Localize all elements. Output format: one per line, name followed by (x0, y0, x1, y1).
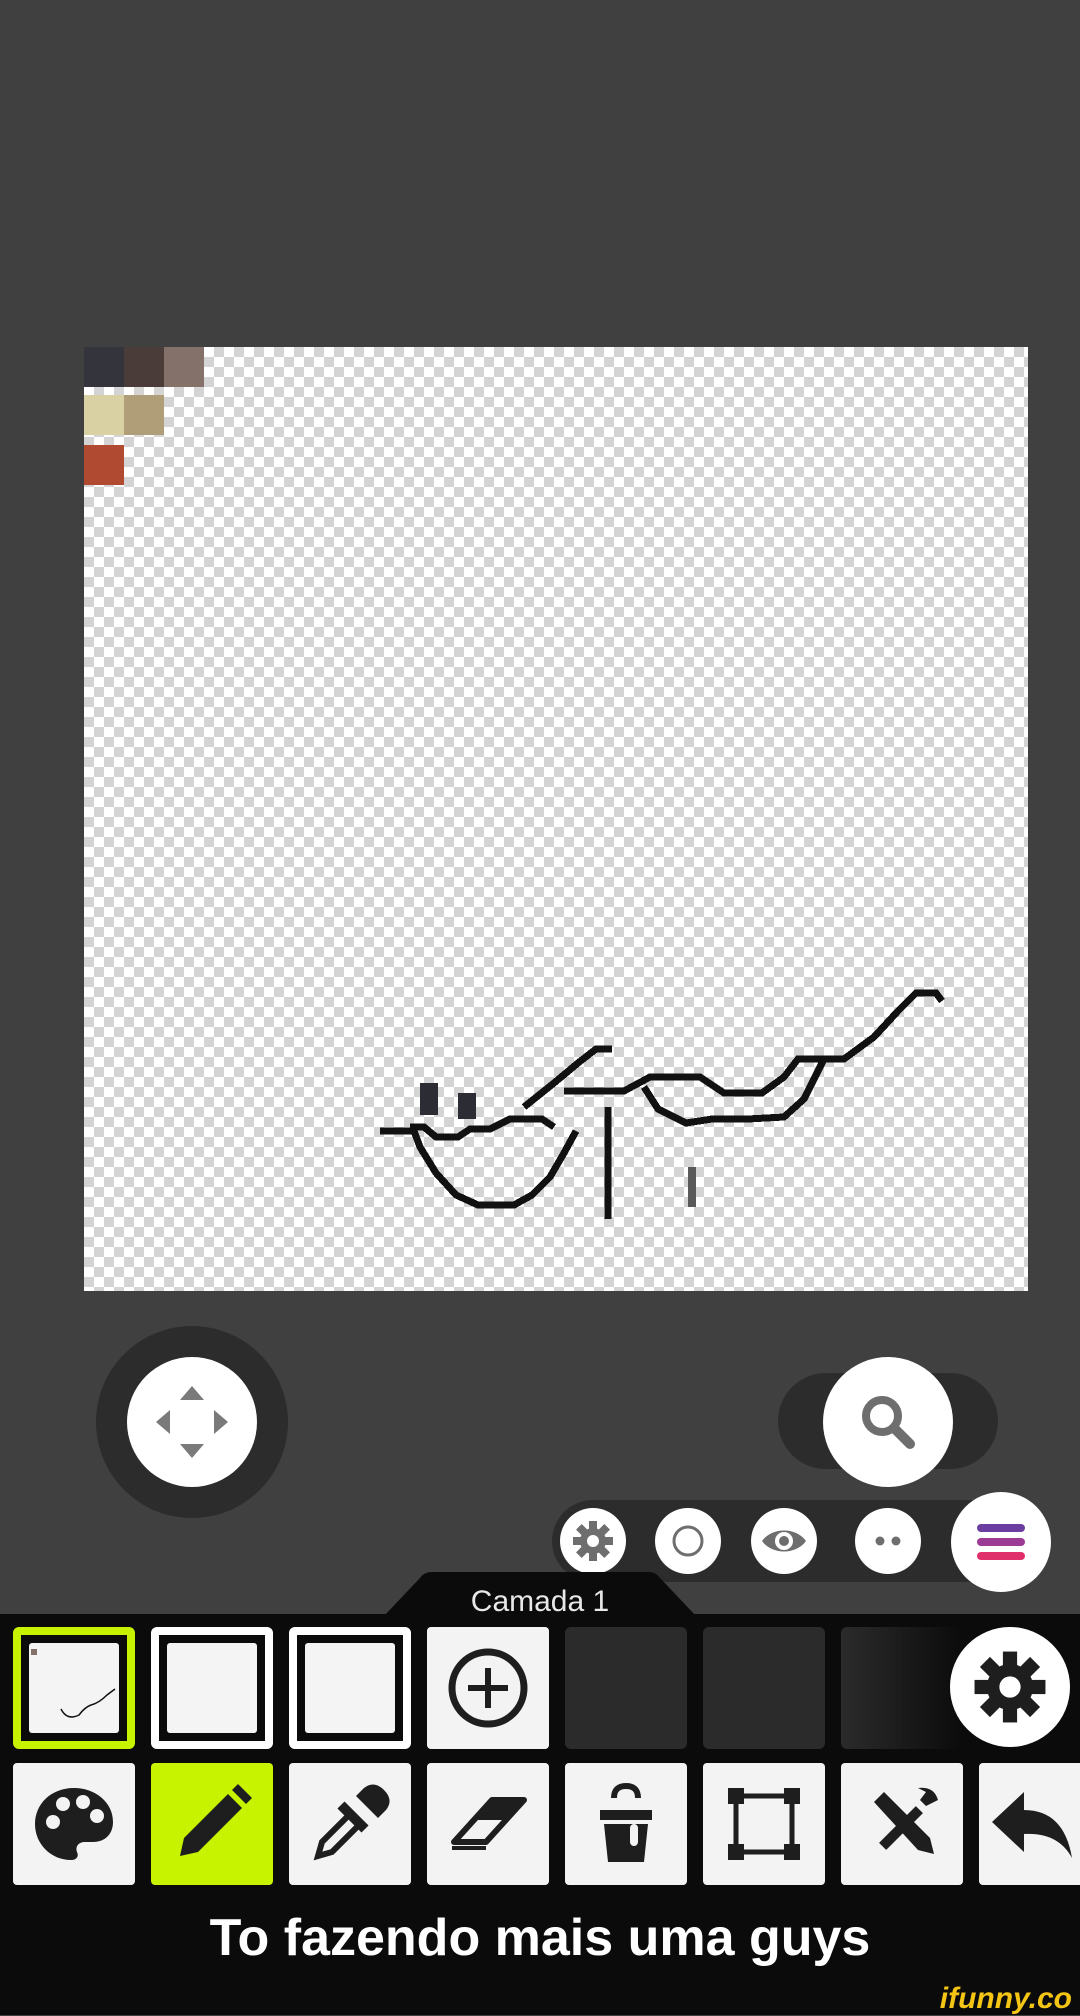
undo-button[interactable] (979, 1763, 1080, 1885)
bucket-icon (600, 1782, 652, 1862)
eraser-icon (451, 1797, 527, 1850)
magnifier-icon (862, 1396, 915, 1449)
layer-slot-inactive (565, 1627, 687, 1749)
meme-caption: To fazendo mais uma guys (209, 1909, 871, 1967)
dots-icon (875, 1536, 901, 1546)
watermark: ifunny.co (939, 1982, 1072, 2015)
select-frame-icon (728, 1788, 800, 1860)
layer-slot-1[interactable] (13, 1627, 135, 1749)
more-options-button[interactable] (855, 1508, 921, 1574)
eye-icon (762, 1530, 806, 1552)
eraser-tool-button[interactable] (427, 1763, 549, 1885)
zoom-button[interactable] (823, 1357, 953, 1487)
move-joystick[interactable] (127, 1357, 257, 1487)
add-circle-icon (448, 1648, 528, 1728)
undo-icon (991, 1792, 1072, 1858)
gear-icon (974, 1651, 1046, 1723)
tools-button[interactable] (841, 1763, 963, 1885)
layer-settings-button[interactable] (950, 1627, 1070, 1747)
drawing-canvas[interactable] (84, 347, 1028, 1291)
layer-slot-2[interactable] (151, 1627, 273, 1749)
layer-slot-3[interactable] (289, 1627, 411, 1749)
tools-icon (874, 1787, 938, 1854)
select-tool-button[interactable] (703, 1763, 825, 1885)
move-arrows-icon (156, 1386, 228, 1458)
pencil-tool-button[interactable] (151, 1763, 273, 1885)
visibility-button[interactable] (751, 1508, 817, 1574)
pixel-drawing (380, 989, 945, 1219)
gear-icon (573, 1521, 613, 1561)
layer-thumbnail-empty (305, 1643, 395, 1733)
eyedropper-icon (313, 1784, 390, 1861)
canvas-settings-button[interactable] (560, 1508, 626, 1574)
bucket-tool-button[interactable] (565, 1763, 687, 1885)
layer-thumbnail-drawing (31, 1649, 116, 1718)
layer-slot-inactive (841, 1627, 963, 1749)
layer-thumbnail-empty (167, 1643, 257, 1733)
layer-slot-inactive (703, 1627, 825, 1749)
brush-shape-button[interactable] (655, 1508, 721, 1574)
layer-thumbnail (29, 1643, 119, 1733)
hamburger-menu-icon (977, 1524, 1025, 1560)
main-menu-button[interactable] (951, 1492, 1051, 1592)
eyedropper-tool-button[interactable] (289, 1763, 411, 1885)
pencil-icon (180, 1784, 252, 1856)
palette-button[interactable] (13, 1763, 135, 1885)
add-layer-button[interactable] (427, 1627, 549, 1749)
palette-icon (35, 1788, 113, 1860)
circle-icon (672, 1525, 704, 1557)
